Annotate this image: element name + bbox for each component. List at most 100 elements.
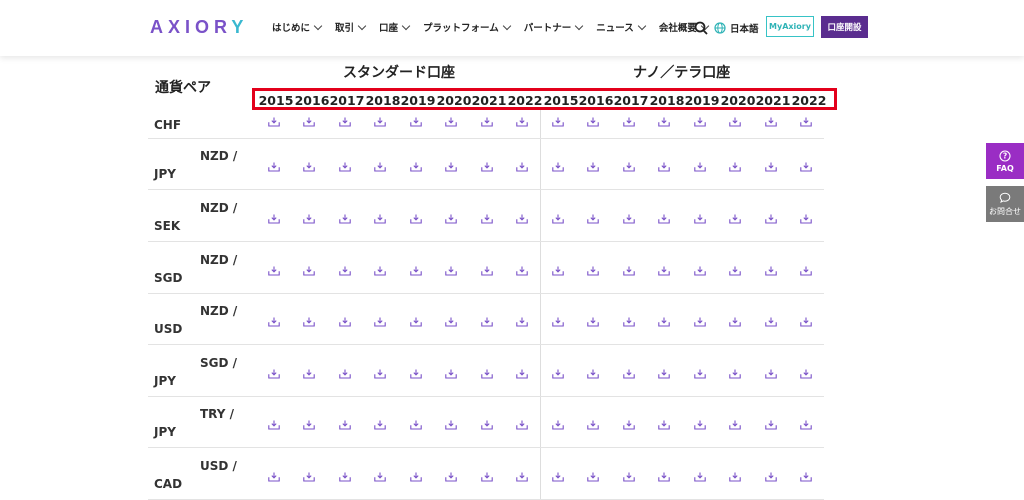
- download-icon[interactable]: [339, 415, 351, 430]
- download-icon[interactable]: [552, 209, 564, 224]
- download-icon[interactable]: [587, 157, 599, 172]
- download-icon[interactable]: [623, 364, 635, 379]
- download-icon[interactable]: [339, 157, 351, 172]
- download-icon[interactable]: [694, 415, 706, 430]
- download-icon[interactable]: [481, 415, 493, 430]
- download-icon[interactable]: [374, 112, 386, 127]
- download-icon[interactable]: [268, 415, 280, 430]
- download-icon[interactable]: [694, 364, 706, 379]
- download-icon[interactable]: [374, 157, 386, 172]
- faq-button[interactable]: ? FAQ: [986, 143, 1024, 179]
- download-icon[interactable]: [694, 312, 706, 327]
- download-icon[interactable]: [516, 209, 528, 224]
- download-icon[interactable]: [339, 312, 351, 327]
- download-icon[interactable]: [481, 467, 493, 482]
- download-icon[interactable]: [765, 364, 777, 379]
- download-icon[interactable]: [268, 261, 280, 276]
- globe-icon[interactable]: [714, 22, 726, 34]
- download-icon[interactable]: [587, 312, 599, 327]
- nav-item-accounts[interactable]: 口座: [379, 20, 411, 34]
- download-icon[interactable]: [587, 415, 599, 430]
- download-icon[interactable]: [445, 261, 457, 276]
- download-icon[interactable]: [481, 157, 493, 172]
- nav-item-news[interactable]: ニュース: [596, 20, 647, 34]
- download-icon[interactable]: [658, 415, 670, 430]
- download-icon[interactable]: [694, 157, 706, 172]
- download-icon[interactable]: [445, 364, 457, 379]
- axiory-logo[interactable]: AXIORY: [150, 17, 248, 38]
- download-icon[interactable]: [800, 415, 812, 430]
- download-icon[interactable]: [765, 415, 777, 430]
- download-icon[interactable]: [374, 415, 386, 430]
- download-icon[interactable]: [268, 112, 280, 127]
- download-icon[interactable]: [481, 312, 493, 327]
- download-icon[interactable]: [765, 112, 777, 127]
- download-icon[interactable]: [587, 364, 599, 379]
- download-icon[interactable]: [445, 312, 457, 327]
- download-icon[interactable]: [268, 312, 280, 327]
- download-icon[interactable]: [552, 112, 564, 127]
- download-icon[interactable]: [516, 467, 528, 482]
- download-icon[interactable]: [445, 112, 457, 127]
- download-icon[interactable]: [729, 112, 741, 127]
- download-icon[interactable]: [658, 157, 670, 172]
- download-icon[interactable]: [623, 112, 635, 127]
- download-icon[interactable]: [374, 312, 386, 327]
- nav-item-partners[interactable]: パートナー: [524, 20, 584, 34]
- download-icon[interactable]: [410, 157, 422, 172]
- download-icon[interactable]: [268, 157, 280, 172]
- language-selector[interactable]: 日本語: [730, 21, 759, 35]
- download-icon[interactable]: [516, 112, 528, 127]
- download-icon[interactable]: [765, 312, 777, 327]
- download-icon[interactable]: [481, 261, 493, 276]
- download-icon[interactable]: [800, 312, 812, 327]
- download-icon[interactable]: [516, 415, 528, 430]
- download-icon[interactable]: [587, 209, 599, 224]
- download-icon[interactable]: [623, 415, 635, 430]
- download-icon[interactable]: [374, 209, 386, 224]
- download-icon[interactable]: [729, 415, 741, 430]
- download-icon[interactable]: [374, 467, 386, 482]
- download-icon[interactable]: [800, 112, 812, 127]
- download-icon[interactable]: [339, 467, 351, 482]
- download-icon[interactable]: [552, 415, 564, 430]
- download-icon[interactable]: [268, 364, 280, 379]
- download-icon[interactable]: [481, 364, 493, 379]
- nav-item-trading[interactable]: 取引: [335, 20, 367, 34]
- download-icon[interactable]: [658, 112, 670, 127]
- download-icon[interactable]: [339, 112, 351, 127]
- download-icon[interactable]: [694, 112, 706, 127]
- download-icon[interactable]: [729, 261, 741, 276]
- download-icon[interactable]: [374, 261, 386, 276]
- download-icon[interactable]: [374, 364, 386, 379]
- download-icon[interactable]: [410, 112, 422, 127]
- open-account-button[interactable]: 口座開設: [821, 16, 868, 38]
- download-icon[interactable]: [516, 261, 528, 276]
- download-icon[interactable]: [268, 209, 280, 224]
- download-icon[interactable]: [445, 467, 457, 482]
- download-icon[interactable]: [410, 415, 422, 430]
- download-icon[interactable]: [303, 112, 315, 127]
- download-icon[interactable]: [658, 467, 670, 482]
- download-icon[interactable]: [765, 467, 777, 482]
- download-icon[interactable]: [303, 157, 315, 172]
- download-icon[interactable]: [516, 364, 528, 379]
- download-icon[interactable]: [303, 209, 315, 224]
- download-icon[interactable]: [552, 261, 564, 276]
- download-icon[interactable]: [694, 209, 706, 224]
- download-icon[interactable]: [623, 467, 635, 482]
- download-icon[interactable]: [765, 209, 777, 224]
- download-icon[interactable]: [623, 312, 635, 327]
- download-icon[interactable]: [516, 157, 528, 172]
- nav-item-getting-started[interactable]: はじめに: [272, 20, 323, 34]
- download-icon[interactable]: [445, 157, 457, 172]
- download-icon[interactable]: [303, 312, 315, 327]
- download-icon[interactable]: [268, 467, 280, 482]
- download-icon[interactable]: [410, 209, 422, 224]
- download-icon[interactable]: [552, 157, 564, 172]
- download-icon[interactable]: [445, 209, 457, 224]
- download-icon[interactable]: [658, 209, 670, 224]
- download-icon[interactable]: [587, 112, 599, 127]
- download-icon[interactable]: [623, 209, 635, 224]
- download-icon[interactable]: [765, 261, 777, 276]
